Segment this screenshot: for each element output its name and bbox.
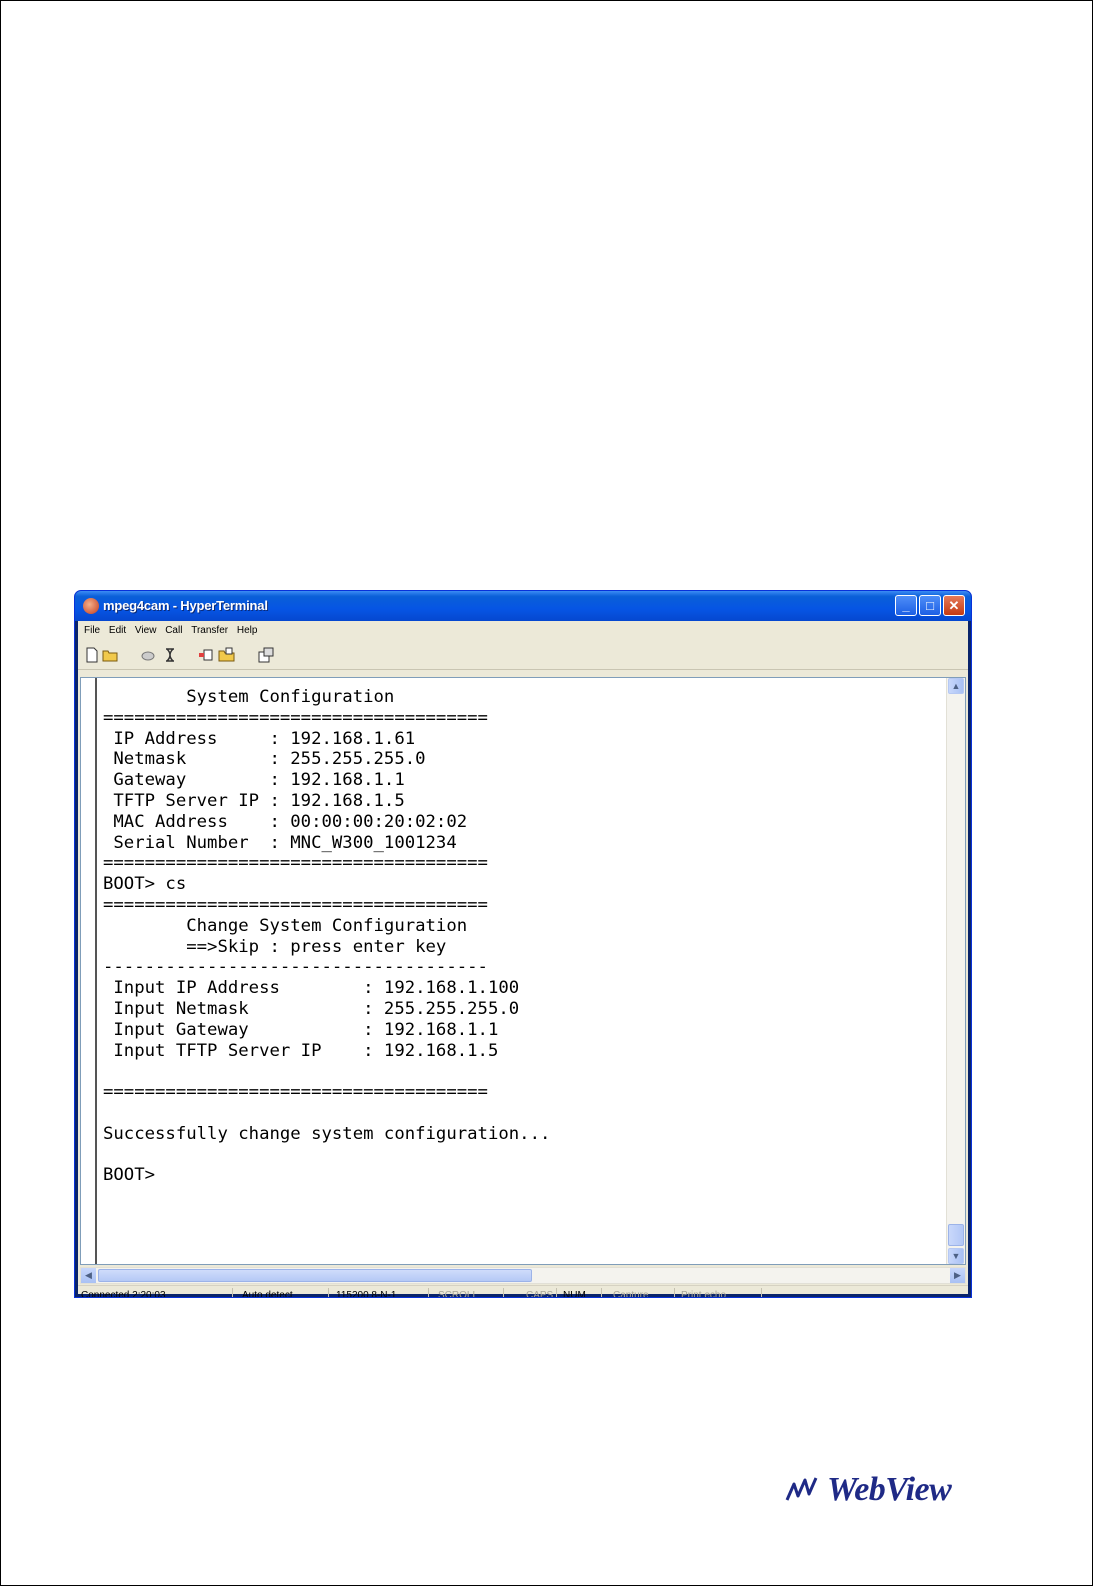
status-scroll: SCROLL bbox=[438, 1290, 479, 1298]
status-detect: Auto detect bbox=[242, 1290, 293, 1298]
disconnect-icon[interactable] bbox=[140, 647, 156, 663]
scroll-left-icon[interactable]: ◀ bbox=[81, 1268, 96, 1283]
scroll-right-icon[interactable]: ▶ bbox=[950, 1268, 965, 1283]
terminal-line: ------------------------------------- bbox=[103, 957, 488, 978]
vertical-scrollbar[interactable]: ▲ ▼ bbox=[946, 678, 965, 1264]
menu-bar: File Edit View Call Transfer Help bbox=[78, 621, 968, 640]
terminal-line: IP Address : 192.168.1.61 bbox=[103, 728, 416, 749]
dial-icon[interactable] bbox=[162, 647, 178, 663]
terminal-line: Input TFTP Server IP : 192.168.1.5 bbox=[103, 1040, 499, 1061]
title-bar[interactable]: mpeg4cam - HyperTerminal _ □ ✕ bbox=[75, 591, 971, 621]
terminal-line: ===================================== bbox=[103, 707, 488, 728]
hyperterminal-app-icon bbox=[83, 598, 99, 614]
terminal-line: ===================================== bbox=[103, 1082, 488, 1103]
horizontal-scrollbar[interactable]: ◀ ▶ bbox=[80, 1267, 966, 1284]
terminal-line: ===================================== bbox=[103, 894, 488, 915]
terminal-line: Serial Number : MNC_W300_1001234 bbox=[103, 832, 457, 853]
terminal-line: ===================================== bbox=[103, 853, 488, 874]
status-connected: Connected 2:20:03 bbox=[81, 1290, 166, 1298]
status-port: 115200 8-N-1 bbox=[336, 1290, 397, 1298]
terminal-output: System Configuration ===================… bbox=[97, 678, 945, 1186]
terminal-line: MAC Address : 00:00:00:20:02:02 bbox=[103, 811, 468, 832]
terminal-line: Change System Configuration bbox=[103, 915, 468, 936]
status-num: NUM bbox=[563, 1290, 586, 1298]
send-icon[interactable] bbox=[198, 647, 214, 663]
status-print-echo: Print echo bbox=[681, 1290, 727, 1298]
terminal-line: Input Netmask : 255.255.255.0 bbox=[103, 998, 520, 1019]
terminal-line: TFTP Server IP : 192.168.1.5 bbox=[103, 790, 405, 811]
menu-help[interactable]: Help bbox=[237, 625, 258, 636]
terminal-area[interactable]: System Configuration ===================… bbox=[80, 677, 966, 1265]
window-body: File Edit View Call Transfer Help System… bbox=[78, 621, 968, 1297]
terminal-line: Gateway : 192.168.1.1 bbox=[103, 770, 405, 791]
status-capture: Capture bbox=[613, 1290, 649, 1298]
window-title: mpeg4cam - HyperTerminal bbox=[103, 598, 268, 613]
menu-transfer[interactable]: Transfer bbox=[191, 625, 228, 636]
terminal-line: BOOT> bbox=[103, 1165, 156, 1186]
menu-edit[interactable]: Edit bbox=[109, 625, 126, 636]
menu-file[interactable]: File bbox=[84, 625, 100, 636]
scroll-down-icon[interactable]: ▼ bbox=[948, 1248, 964, 1264]
menu-view[interactable]: View bbox=[135, 625, 157, 636]
terminal-screen[interactable]: System Configuration ===================… bbox=[95, 678, 945, 1264]
open-icon[interactable] bbox=[102, 647, 118, 663]
status-bar: Connected 2:20:03 Auto detect 115200 8-N… bbox=[78, 1285, 968, 1298]
terminal-line: BOOT> cs bbox=[103, 874, 187, 895]
toolbar bbox=[78, 643, 968, 670]
webview-logo-mark-icon bbox=[785, 1477, 818, 1501]
terminal-line: Successfully change system configuration… bbox=[103, 1123, 551, 1144]
webview-logo: WebView bbox=[785, 1468, 952, 1512]
new-icon[interactable] bbox=[84, 647, 100, 663]
properties-icon[interactable] bbox=[258, 647, 274, 663]
terminal-line: Netmask : 255.255.255.0 bbox=[103, 749, 426, 770]
vertical-scroll-thumb[interactable] bbox=[948, 1224, 964, 1246]
terminal-line: Input IP Address : 192.168.1.100 bbox=[103, 978, 520, 999]
close-button[interactable]: ✕ bbox=[943, 595, 965, 616]
hyperterminal-window: mpeg4cam - HyperTerminal _ □ ✕ File Edit… bbox=[74, 590, 972, 1298]
terminal-line: ==>Skip : press enter key bbox=[103, 936, 447, 957]
menu-call[interactable]: Call bbox=[165, 625, 182, 636]
scroll-up-icon[interactable]: ▲ bbox=[948, 678, 964, 694]
minimize-button[interactable]: _ bbox=[895, 595, 917, 616]
horizontal-scroll-thumb[interactable] bbox=[98, 1269, 532, 1282]
receive-icon[interactable] bbox=[218, 647, 235, 663]
logo-text: WebView bbox=[827, 1471, 952, 1508]
terminal-line: Input Gateway : 192.168.1.1 bbox=[103, 1019, 499, 1040]
maximize-button[interactable]: □ bbox=[919, 595, 941, 616]
terminal-line: System Configuration bbox=[103, 687, 395, 707]
status-caps: CAPS bbox=[526, 1290, 554, 1298]
